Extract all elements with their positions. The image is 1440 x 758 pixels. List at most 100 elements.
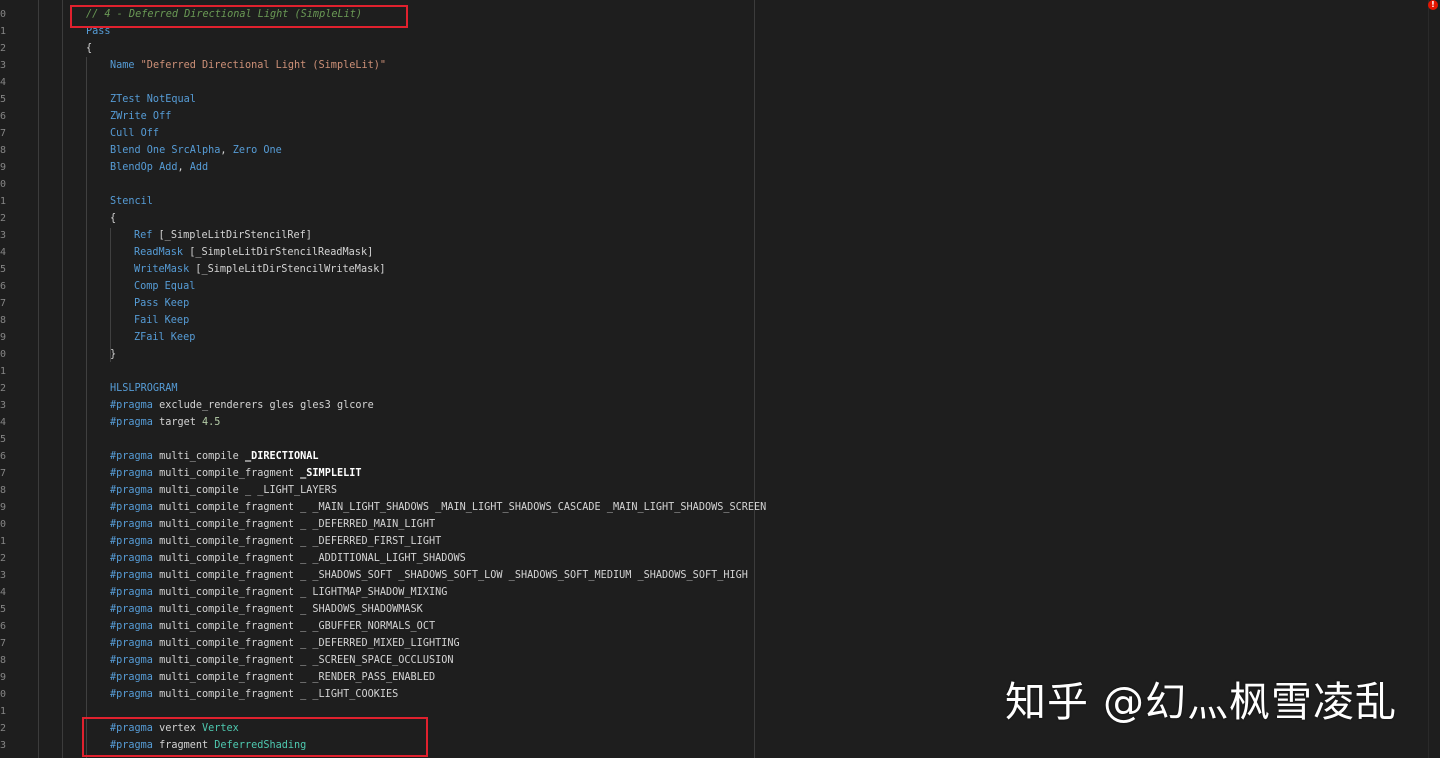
code-token: #pragma [110, 502, 160, 513]
code-token: #pragma [110, 570, 160, 581]
code-line[interactable]: BlendOp Add, Add [110, 159, 208, 176]
code-line[interactable]: #pragma multi_compile_fragment _ _LIGHT_… [110, 686, 398, 703]
line-number: 3 [0, 230, 7, 241]
error-icon[interactable]: ! [1428, 0, 1438, 10]
vertical-scrollbar[interactable] [1428, 0, 1440, 758]
code-line[interactable]: #pragma multi_compile_fragment _ _SCREEN… [110, 652, 453, 669]
code-line[interactable]: #pragma multi_compile_fragment _ _DEFERR… [110, 533, 441, 550]
code-token: Pass Keep [134, 298, 190, 309]
line-number: 2 [0, 383, 7, 394]
code-token: multi_compile [159, 451, 245, 462]
code-token: multi_compile_fragment _ _DEFERRED_MIXED… [159, 638, 460, 649]
code-line[interactable]: #pragma exclude_renderers gles gles3 glc… [110, 397, 374, 414]
code-line[interactable]: Name "Deferred Directional Light (Simple… [110, 57, 386, 74]
code-token: target [159, 417, 203, 428]
code-token: ZWrite Off [110, 111, 172, 122]
code-line[interactable]: #pragma multi_compile _DIRECTIONAL [110, 448, 319, 465]
line-number: 6 [0, 281, 7, 292]
code-line[interactable]: #pragma multi_compile_fragment _ LIGHTMA… [110, 584, 447, 601]
code-token: multi_compile_fragment _ _RENDER_PASS_EN… [159, 672, 436, 683]
line-number: 7 [0, 128, 7, 139]
code-line[interactable]: HLSLPROGRAM [110, 380, 177, 397]
code-line[interactable]: { [110, 210, 116, 227]
line-number: 2 [0, 213, 7, 224]
code-line[interactable]: ZWrite Off [110, 108, 171, 125]
code-token: ReadMask [134, 247, 190, 258]
code-line[interactable]: #pragma multi_compile_fragment _ _ADDITI… [110, 550, 466, 567]
code-line[interactable]: #pragma multi_compile _ _LIGHT_LAYERS [110, 482, 337, 499]
code-token: multi_compile_fragment _ SHADOWS_SHADOWM… [159, 604, 423, 615]
indent-guide [110, 228, 111, 362]
code-token: multi_compile_fragment _ _DEFERRED_MAIN_… [159, 519, 436, 530]
code-line[interactable]: #pragma multi_compile_fragment _ _SHADOW… [110, 567, 748, 584]
highlight-box-comment [70, 5, 408, 28]
line-number: 3 [0, 60, 7, 71]
line-number: 9 [0, 672, 7, 683]
code-line[interactable]: Fail Keep [134, 312, 189, 329]
code-line[interactable]: #pragma multi_compile_fragment _ _DEFERR… [110, 635, 460, 652]
code-token: multi_compile_fragment _ _GBUFFER_NORMAL… [159, 621, 436, 632]
line-number: 3 [0, 570, 7, 581]
code-token: #pragma [110, 553, 160, 564]
line-number-gutter: 0 1 2 3 4 5 6 7 8 9 0 1 2 3 4 5 6 7 8 9 0 1 2 3 4 5 6 7 8 9 0 1 2 3 4 5 6 7 8 9… [0, 0, 20, 758]
code-line[interactable]: ZFail Keep [134, 329, 195, 346]
code-line[interactable]: Pass Keep [134, 295, 189, 312]
code-token: 4.5 [202, 417, 221, 428]
line-number: 3 [0, 400, 7, 411]
code-line[interactable]: } [110, 346, 116, 363]
line-number: 5 [0, 434, 7, 445]
line-number: 8 [0, 145, 7, 156]
code-line[interactable]: #pragma multi_compile_fragment _ SHADOWS… [110, 601, 423, 618]
code-line[interactable]: { [86, 40, 92, 57]
watermark: 知乎 @幻灬枫雪凌乱 [1005, 678, 1398, 726]
code-token: , [177, 162, 190, 173]
line-number: 4 [0, 77, 7, 88]
code-token: #pragma [110, 604, 160, 615]
line-number: 3 [0, 740, 7, 751]
code-line[interactable]: Stencil [110, 193, 153, 210]
line-number: 9 [0, 162, 7, 173]
line-number: 5 [0, 264, 7, 275]
code-line[interactable]: Comp Equal [134, 278, 195, 295]
line-number: 9 [0, 502, 7, 513]
line-number: 0 [0, 689, 7, 700]
code-token: HLSLPROGRAM [110, 383, 178, 394]
code-token: #pragma [110, 689, 160, 700]
line-number: 0 [0, 519, 7, 530]
code-token: Blend One SrcAlpha [110, 145, 221, 156]
line-number: 6 [0, 621, 7, 632]
line-number: 2 [0, 43, 7, 54]
code-token: WriteMask [134, 264, 196, 275]
code-token: Cull Off [110, 128, 160, 139]
code-line[interactable]: ZTest NotEqual [110, 91, 196, 108]
line-number: 0 [0, 9, 7, 20]
code-token: #pragma [110, 519, 160, 530]
code-line[interactable]: #pragma multi_compile_fragment _ _MAIN_L… [110, 499, 766, 516]
code-token: Name [110, 60, 141, 71]
line-number: 6 [0, 111, 7, 122]
line-number: 9 [0, 332, 7, 343]
code-token: #pragma [110, 485, 160, 496]
code-token: ZTest NotEqual [110, 94, 196, 105]
code-line[interactable]: #pragma multi_compile_fragment _ _RENDER… [110, 669, 435, 686]
code-line[interactable]: WriteMask [_SimpleLitDirStencilWriteMask… [134, 261, 385, 278]
line-number: 1 [0, 706, 7, 717]
code-token: } [110, 349, 117, 360]
code-line[interactable]: #pragma multi_compile_fragment _SIMPLELI… [110, 465, 362, 482]
code-editor[interactable]: 0 1 2 3 4 5 6 7 8 9 0 1 2 3 4 5 6 7 8 9 0 1 2 3 4 5 6 7 8 9 0 1 2 3 4 5 6 7 8 9… [0, 0, 1440, 758]
line-number: 4 [0, 417, 7, 428]
code-line[interactable]: Ref [_SimpleLitDirStencilRef] [134, 227, 312, 244]
line-number: 7 [0, 468, 7, 479]
code-token: #pragma [110, 587, 160, 598]
code-token: #pragma [110, 536, 160, 547]
code-token: multi_compile_fragment _ _LIGHT_COOKIES [159, 689, 399, 700]
code-line[interactable]: #pragma target 4.5 [110, 414, 220, 431]
code-line[interactable]: ReadMask [_SimpleLitDirStencilReadMask] [134, 244, 373, 261]
code-line[interactable]: #pragma multi_compile_fragment _ _DEFERR… [110, 516, 435, 533]
code-line[interactable]: Blend One SrcAlpha, Zero One [110, 142, 282, 159]
code-token: Ref [134, 230, 159, 241]
line-number: 4 [0, 587, 7, 598]
code-line[interactable]: Cull Off [110, 125, 159, 142]
code-token: _SIMPLELIT [300, 468, 362, 479]
code-line[interactable]: #pragma multi_compile_fragment _ _GBUFFE… [110, 618, 435, 635]
